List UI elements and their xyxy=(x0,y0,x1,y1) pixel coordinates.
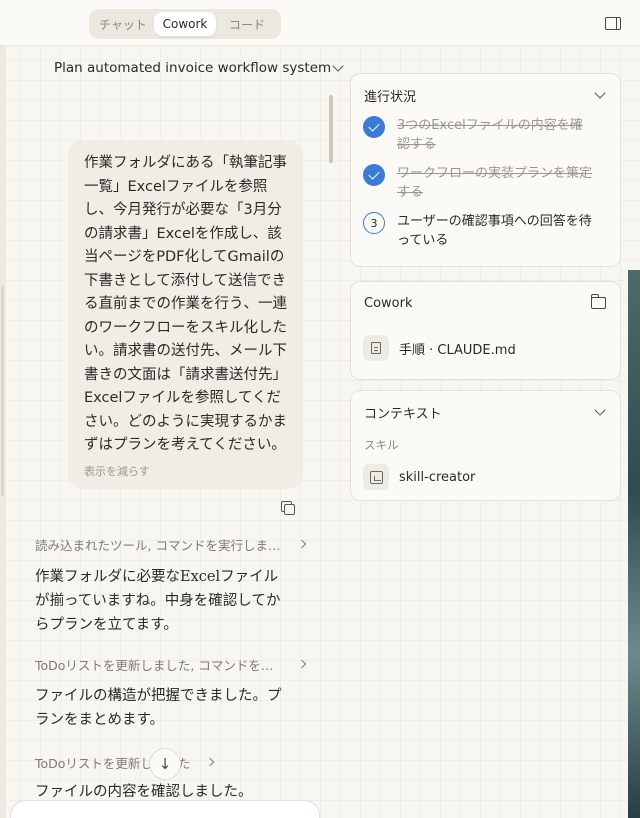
skill-item[interactable]: skill-creator xyxy=(363,464,475,490)
cowork-header: Cowork xyxy=(364,294,606,312)
cowork-file-name: 手順 · CLAUDE.md xyxy=(399,342,516,358)
conversation-title-dropdown[interactable]: Plan automated invoice workflow system xyxy=(54,58,344,78)
chevron-down-icon xyxy=(594,87,606,99)
check-circle-icon xyxy=(363,164,385,186)
scrollbar[interactable] xyxy=(329,95,333,163)
sidebar-toggle-icon[interactable] xyxy=(605,17,621,30)
progress-header[interactable]: 進行状況 xyxy=(364,86,606,105)
skill-icon xyxy=(369,470,383,484)
context-card: コンテキスト スキル skill-creator xyxy=(350,390,621,501)
tab-code[interactable]: コード xyxy=(216,12,278,36)
chevron-down-icon xyxy=(332,60,344,72)
chevron-down-icon xyxy=(594,404,606,416)
arrow-down-icon: ↓ xyxy=(158,755,172,773)
chevron-right-icon xyxy=(205,757,215,767)
top-bar: チャット Cowork コード xyxy=(0,0,640,46)
context-title: コンテキスト xyxy=(364,406,442,422)
folder-icon[interactable] xyxy=(590,294,606,309)
progress-title: 進行状況 xyxy=(364,89,417,105)
assistant-reply-1: 作業フォルダに必要なExcelファイルが揃っていますね。中身を確認してからプラン… xyxy=(35,569,281,633)
tab-cowork[interactable]: Cowork xyxy=(154,12,216,36)
check-circle-icon xyxy=(363,116,385,138)
chevron-right-icon xyxy=(297,539,307,549)
skills-section-label: スキル xyxy=(364,438,399,452)
mode-switcher: チャット Cowork コード xyxy=(89,9,281,39)
user-message-bubble: 作業フォルダにある「執筆記事一覧」Excelファイルを参照し、今月発行が必要な「… xyxy=(68,140,303,489)
scroll-to-bottom-button[interactable]: ↓ xyxy=(149,748,181,780)
cowork-file-item[interactable]: 手順 · CLAUDE.md xyxy=(363,335,516,361)
user-message-text: 作業フォルダにある「執筆記事一覧」Excelファイルを参照し、今月発行が必要な「… xyxy=(84,155,287,453)
assistant-reply-2: ファイルの構造が把握できました。プランをまとめます。 xyxy=(35,688,282,728)
progress-card: 進行状況 3つのExcelファイルの内容を確認する ワークフローの実装プランを策… xyxy=(350,73,621,267)
step-number-badge: 3 xyxy=(363,212,385,234)
conversation-title: Plan automated invoice workflow system xyxy=(54,60,332,76)
progress-step-2: ワークフローの実装プランを策定する xyxy=(363,164,603,202)
cowork-title: Cowork xyxy=(364,295,413,311)
document-icon xyxy=(371,342,381,354)
tool-summary-1[interactable]: 読み込まれたツール, コマンドを実行しました xyxy=(35,535,307,553)
skill-chip xyxy=(363,464,389,490)
progress-step-3: 3 ユーザーの確認事項への回答を待っている xyxy=(363,212,603,250)
tool-summary-3[interactable]: ToDoリストを更新しました xyxy=(35,753,215,771)
tool-summary-2[interactable]: ToDoリストを更新しました, コマンドを実行しました xyxy=(35,655,307,673)
skill-name: skill-creator xyxy=(399,469,476,485)
cowork-card: Cowork 手順 · CLAUDE.md xyxy=(350,281,621,380)
progress-step-1: 3つのExcelファイルの内容を確認する xyxy=(363,116,603,154)
message-input[interactable] xyxy=(10,800,320,818)
file-chip xyxy=(363,335,389,361)
chevron-right-icon xyxy=(297,659,307,669)
desktop-wallpaper-strip xyxy=(628,270,640,818)
left-window-edge xyxy=(0,46,6,818)
copy-icon[interactable] xyxy=(281,501,295,515)
show-less-link[interactable]: 表示を減らす xyxy=(84,463,289,479)
tab-chat[interactable]: チャット xyxy=(92,12,154,36)
context-header[interactable]: コンテキスト xyxy=(364,403,606,422)
